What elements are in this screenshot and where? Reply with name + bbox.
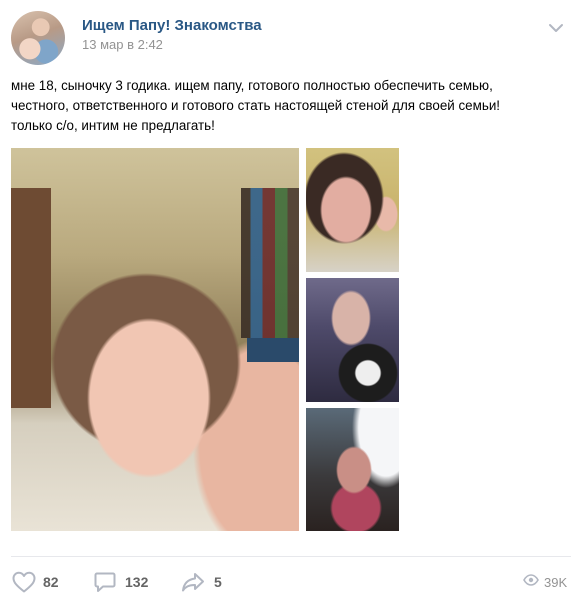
- heart-icon: [11, 570, 37, 594]
- comment-button[interactable]: 132: [93, 568, 148, 596]
- photo-detail: [11, 188, 51, 408]
- share-button[interactable]: 5: [180, 568, 222, 596]
- wall-post: Ищем Папу! Знакомства 13 мар в 2:42 мне …: [0, 0, 587, 607]
- community-avatar[interactable]: [11, 11, 65, 65]
- community-name-link[interactable]: Ищем Папу! Знакомства: [82, 17, 262, 34]
- thumb-photo-3[interactable]: [306, 408, 399, 531]
- like-count: 82: [43, 574, 59, 590]
- post-text-line: только с/о, интим не предлагать!: [11, 118, 215, 133]
- actions-divider: [11, 556, 571, 557]
- like-button[interactable]: 82: [11, 568, 59, 596]
- photo-detail: [247, 338, 299, 362]
- post-text: мне 18, сыночку 3 годика. ищем папу, гот…: [11, 76, 571, 136]
- main-selfie-photo[interactable]: [11, 148, 299, 531]
- photo-detail: [241, 188, 299, 338]
- thumb-photo-1[interactable]: [306, 148, 399, 272]
- share-icon: [180, 570, 206, 594]
- comment-count: 132: [125, 574, 149, 590]
- post-text-line: мне 18, сыночку 3 годика. ищем папу, гот…: [11, 78, 493, 93]
- views-counter: 39K: [523, 568, 567, 596]
- view-count: 39K: [544, 574, 568, 590]
- comment-icon: [93, 570, 117, 594]
- post-date[interactable]: 13 мар в 2:42: [82, 37, 163, 52]
- more-icon[interactable]: [548, 22, 564, 34]
- post-text-line: честного, ответственного и готового стат…: [11, 98, 501, 113]
- share-count: 5: [214, 574, 222, 590]
- eye-icon: [523, 573, 539, 591]
- thumb-photo-2[interactable]: [306, 278, 399, 402]
